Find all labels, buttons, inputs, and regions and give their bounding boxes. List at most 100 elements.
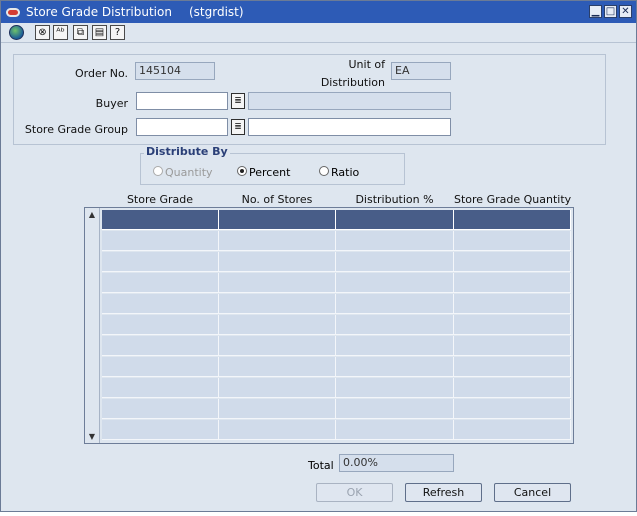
- table-cell[interactable]: [336, 294, 454, 314]
- spell-check-icon[interactable]: ᴬᵇ: [53, 25, 68, 40]
- toolbar: ⊗ ᴬᵇ ⧉ ▤ ?: [1, 23, 636, 43]
- column-header-store-grade-quantity: Store Grade Quantity: [454, 193, 572, 206]
- title-bar[interactable]: Store Grade Distribution (stgrdist) ▁ □ …: [1, 1, 636, 23]
- total-field: 0.00%: [339, 454, 454, 472]
- table-scrollbar[interactable]: ▲ ▼: [85, 208, 100, 443]
- table-cell[interactable]: [454, 420, 571, 440]
- table-row[interactable]: [102, 357, 571, 377]
- clipboard-icon[interactable]: ⧉: [73, 25, 88, 40]
- cancel-button[interactable]: Cancel: [494, 483, 571, 502]
- order-no-label: Order No.: [74, 67, 128, 80]
- table-cell[interactable]: [219, 336, 336, 356]
- table-cell[interactable]: [102, 420, 219, 440]
- buyer-input[interactable]: [136, 92, 228, 110]
- minimize-button[interactable]: ▁: [589, 5, 602, 18]
- ok-button[interactable]: OK: [316, 483, 393, 502]
- table-cell[interactable]: [102, 336, 219, 356]
- window-code: (stgrdist): [189, 5, 244, 19]
- table-cell[interactable]: [219, 210, 336, 230]
- table-cell[interactable]: [454, 210, 571, 230]
- scroll-down-icon[interactable]: ▼: [87, 432, 97, 442]
- quantity-radio-label: Quantity: [165, 166, 213, 179]
- table-cell[interactable]: [102, 210, 219, 230]
- refresh-button[interactable]: Refresh: [405, 483, 482, 502]
- table-cell[interactable]: [219, 315, 336, 335]
- globe-icon[interactable]: [9, 25, 24, 40]
- store-grade-group-description-field[interactable]: [248, 118, 451, 136]
- table-cell[interactable]: [454, 357, 571, 377]
- buyer-label: Buyer: [95, 97, 128, 110]
- table-row[interactable]: [102, 336, 571, 356]
- table-cell[interactable]: [219, 273, 336, 293]
- table-cell[interactable]: [336, 315, 454, 335]
- ratio-radio-label[interactable]: Ratio: [331, 166, 359, 179]
- column-header-store-grade: Store Grade: [126, 193, 194, 206]
- table-cell[interactable]: [336, 420, 454, 440]
- table-cell[interactable]: [102, 357, 219, 377]
- table-cell[interactable]: [102, 399, 219, 419]
- table-cell[interactable]: [454, 378, 571, 398]
- table-row[interactable]: [102, 399, 571, 419]
- store-grade-group-lov-icon[interactable]: ≣: [231, 119, 245, 135]
- table-row[interactable]: [102, 294, 571, 314]
- close-button[interactable]: ✕: [619, 5, 632, 18]
- oracle-logo-icon: [6, 8, 20, 17]
- table-cell[interactable]: [454, 273, 571, 293]
- maximize-button[interactable]: □: [604, 5, 617, 18]
- table-cell[interactable]: [102, 231, 219, 251]
- ratio-radio[interactable]: [319, 166, 329, 176]
- total-label: Total: [308, 459, 334, 472]
- table-cell[interactable]: [219, 231, 336, 251]
- percent-radio-label[interactable]: Percent: [249, 166, 290, 179]
- table-row[interactable]: [102, 252, 571, 272]
- table-cell[interactable]: [454, 315, 571, 335]
- buyer-lov-icon[interactable]: ≣: [231, 93, 245, 109]
- window-title: Store Grade Distribution: [26, 5, 172, 19]
- uod-field: EA: [391, 62, 451, 80]
- table-cell[interactable]: [219, 252, 336, 272]
- table-row[interactable]: [102, 378, 571, 398]
- table-cell[interactable]: [336, 231, 454, 251]
- uod-label-line1: Unit of: [348, 58, 386, 71]
- table-cell[interactable]: [219, 420, 336, 440]
- table-cell[interactable]: [454, 294, 571, 314]
- table-cell[interactable]: [336, 273, 454, 293]
- table-cell[interactable]: [336, 357, 454, 377]
- background-strip: [0, 512, 637, 516]
- table-row-selected[interactable]: [102, 210, 571, 230]
- table-cell[interactable]: [336, 399, 454, 419]
- navigation-icon[interactable]: ⊗: [35, 25, 50, 40]
- store-grade-group-label: Store Grade Group: [24, 123, 128, 136]
- table-cell[interactable]: [454, 252, 571, 272]
- table-cell[interactable]: [102, 294, 219, 314]
- column-header-no-of-stores: No. of Stores: [241, 193, 313, 206]
- table-cell[interactable]: [336, 252, 454, 272]
- table-row[interactable]: [102, 231, 571, 251]
- table-row[interactable]: [102, 420, 571, 440]
- quantity-radio: [153, 166, 163, 176]
- scroll-up-icon[interactable]: ▲: [87, 210, 97, 220]
- table-cell[interactable]: [219, 399, 336, 419]
- column-header-distribution-pct: Distribution %: [355, 193, 434, 206]
- table-cell[interactable]: [102, 252, 219, 272]
- table-cell[interactable]: [102, 315, 219, 335]
- table-cell[interactable]: [219, 378, 336, 398]
- table-cell[interactable]: [219, 294, 336, 314]
- table-cell[interactable]: [336, 210, 454, 230]
- table-cell[interactable]: [219, 357, 336, 377]
- table-cell[interactable]: [102, 273, 219, 293]
- table-row[interactable]: [102, 273, 571, 293]
- table-row[interactable]: [102, 315, 571, 335]
- percent-radio[interactable]: [237, 166, 247, 176]
- table-cell[interactable]: [102, 378, 219, 398]
- print-icon[interactable]: ▤: [92, 25, 107, 40]
- order-no-field: 145104: [135, 62, 215, 80]
- store-grade-group-input[interactable]: [136, 118, 228, 136]
- table-cell[interactable]: [336, 378, 454, 398]
- table-cell[interactable]: [336, 336, 454, 356]
- table-cell[interactable]: [454, 231, 571, 251]
- table-cell[interactable]: [454, 399, 571, 419]
- table-cell[interactable]: [454, 336, 571, 356]
- buyer-description-field: [248, 92, 451, 110]
- help-icon[interactable]: ?: [110, 25, 125, 40]
